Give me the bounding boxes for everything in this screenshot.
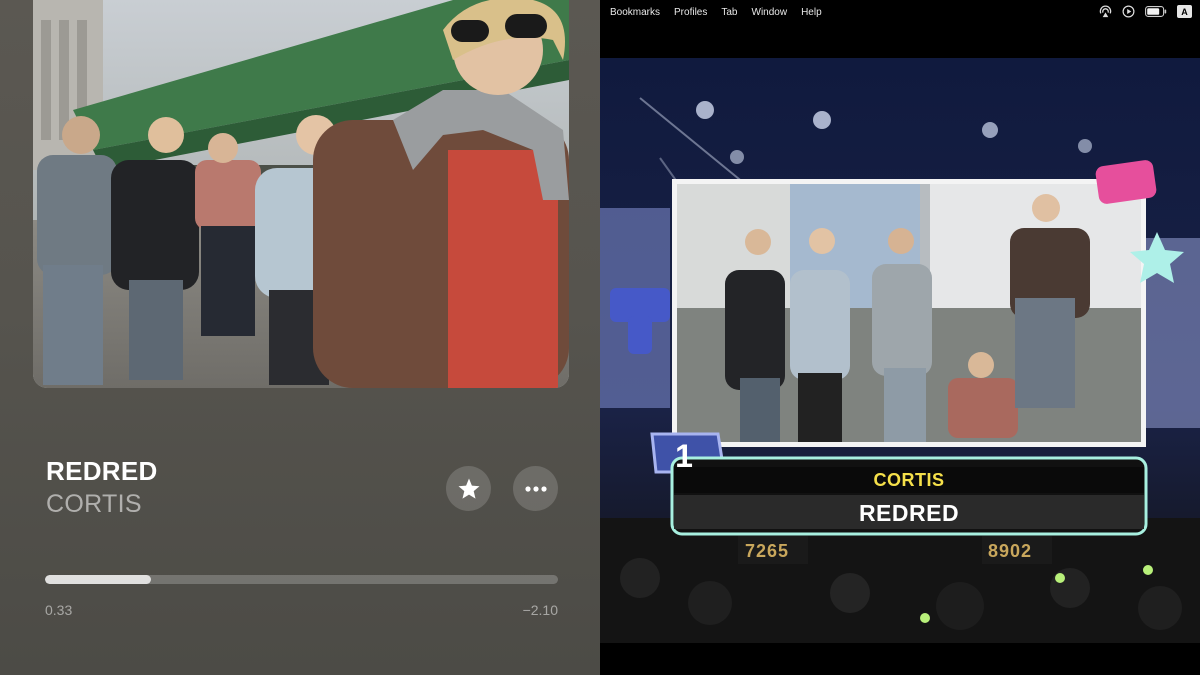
browser-window: Bookmarks Profiles Tab Window Help A 1 C… bbox=[600, 0, 1200, 675]
playback-progress-fill bbox=[45, 575, 152, 584]
menu-tab[interactable]: Tab bbox=[721, 7, 737, 18]
star-icon bbox=[458, 478, 479, 499]
status-icons: A bbox=[1099, 5, 1192, 18]
track-artist[interactable]: CORTIS bbox=[46, 490, 142, 519]
score-left: 7265 bbox=[745, 541, 790, 561]
menu-window[interactable]: Window bbox=[752, 7, 788, 18]
input-source-icon[interactable]: A bbox=[1177, 5, 1192, 18]
menu-bookmarks[interactable]: Bookmarks bbox=[610, 7, 660, 18]
chart-song-title: REDRED bbox=[858, 500, 960, 526]
album-artwork bbox=[33, 0, 569, 388]
video-player[interactable]: 1 CORTIS REDRED 7265 8902 bbox=[600, 58, 1200, 643]
airplay-icon[interactable] bbox=[1099, 5, 1112, 18]
playback-scrubber[interactable] bbox=[45, 575, 558, 584]
remaining-time: −2.10 bbox=[522, 602, 558, 618]
album-artwork-illustration bbox=[33, 0, 569, 388]
menu-profiles[interactable]: Profiles bbox=[674, 7, 707, 18]
favorite-button[interactable] bbox=[446, 466, 491, 511]
ellipsis-icon bbox=[524, 485, 547, 492]
chart-artist: CORTIS bbox=[873, 470, 945, 490]
music-player: REDRED CORTIS 0.33 −2.10 bbox=[0, 0, 600, 675]
battery-icon[interactable] bbox=[1145, 6, 1167, 17]
menu-bar: Bookmarks Profiles Tab Window Help A bbox=[600, 0, 1200, 24]
more-options-button[interactable] bbox=[513, 466, 558, 511]
elapsed-time: 0.33 bbox=[45, 602, 73, 618]
score-right: 8902 bbox=[988, 541, 1033, 561]
menu-help[interactable]: Help bbox=[801, 7, 822, 18]
track-title: REDRED bbox=[46, 456, 158, 486]
music-show-broadcast-frame bbox=[600, 58, 1200, 643]
play-circle-icon[interactable] bbox=[1122, 5, 1135, 18]
